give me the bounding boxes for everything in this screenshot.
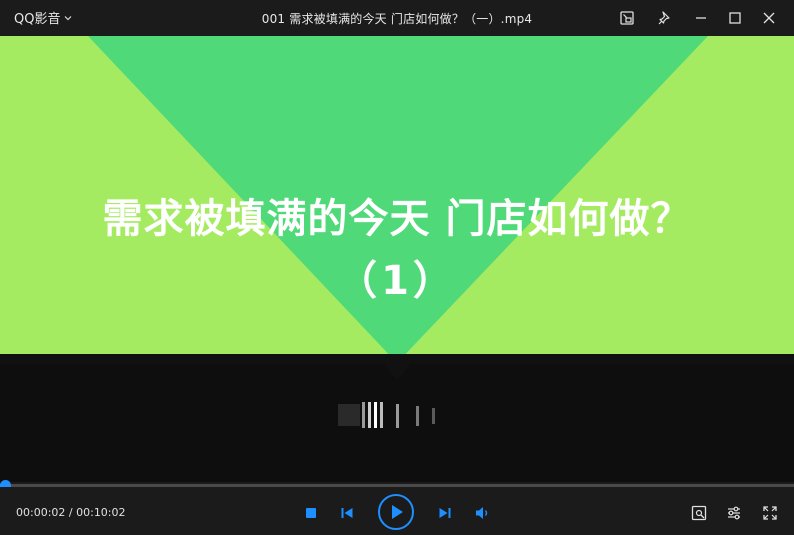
title-bar: QQ影音 001 需求被填满的今天 门店如何做？（一）.mp4 xyxy=(0,0,794,36)
picture-in-picture-button[interactable] xyxy=(616,7,638,29)
pin-icon xyxy=(658,11,670,25)
current-time: 00:00:02 xyxy=(16,506,66,519)
time-separator: / xyxy=(65,506,77,519)
maximize-button[interactable] xyxy=(724,7,746,29)
fullscreen-button[interactable] xyxy=(760,503,780,523)
screenshot-button[interactable] xyxy=(689,503,709,523)
screenshot-icon xyxy=(691,505,707,521)
minimize-icon xyxy=(696,17,706,19)
minimize-button[interactable] xyxy=(690,7,712,29)
previous-button[interactable] xyxy=(337,503,357,523)
play-button[interactable] xyxy=(377,493,415,531)
picture-in-picture-icon xyxy=(620,11,634,25)
volume-icon xyxy=(476,507,488,519)
fullscreen-icon xyxy=(763,506,777,520)
volume-button[interactable] xyxy=(473,503,493,523)
pin-button[interactable] xyxy=(654,7,676,29)
control-bar: 00:00:02 / 00:10:02 xyxy=(0,487,794,535)
previous-icon xyxy=(341,508,353,518)
close-button[interactable] xyxy=(758,7,780,29)
time-display: 00:00:02 / 00:10:02 xyxy=(16,506,126,519)
maximize-icon xyxy=(729,12,741,24)
settings-icon xyxy=(728,506,740,520)
total-time: 00:10:02 xyxy=(76,506,126,519)
play-icon xyxy=(378,494,414,530)
next-button[interactable] xyxy=(435,503,455,523)
stop-icon xyxy=(306,508,316,518)
audio-visualizer xyxy=(338,402,435,428)
stop-button[interactable] xyxy=(302,504,320,522)
next-icon xyxy=(439,508,451,518)
video-subtitle-text: （1） xyxy=(337,258,457,304)
settings-button[interactable] xyxy=(724,503,744,523)
close-icon xyxy=(763,12,775,24)
video-title-text: 需求被填满的今天 门店如何做？ xyxy=(102,196,692,242)
video-frame[interactable]: 需求被填满的今天 门店如何做？ （1） xyxy=(0,36,794,482)
